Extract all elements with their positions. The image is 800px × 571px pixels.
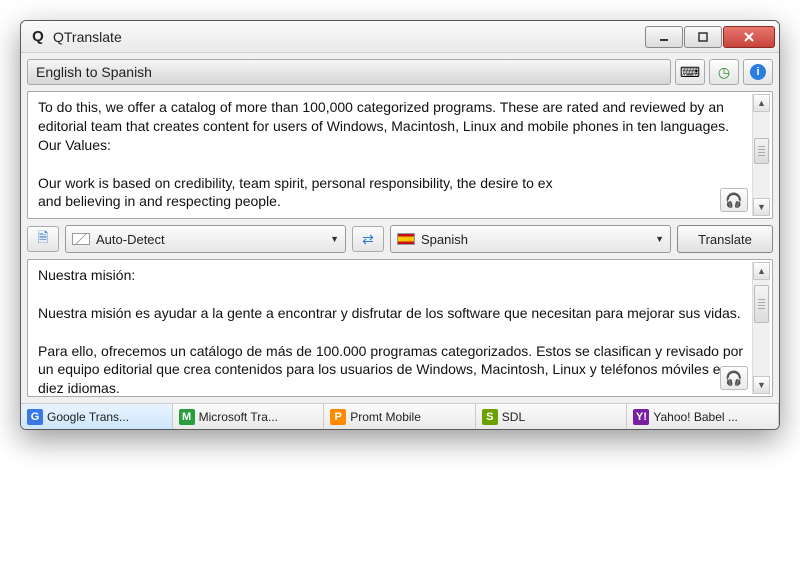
scroll-thumb[interactable]: [754, 285, 769, 323]
scroll-track[interactable]: [753, 112, 770, 198]
source-language-dropdown[interactable]: Auto-Detect ▼: [65, 225, 346, 253]
translate-button-label: Translate: [698, 232, 752, 247]
info-button[interactable]: i: [743, 59, 773, 85]
microsoft-translator-icon: M: [179, 409, 195, 425]
globe-history-icon: ◷: [718, 64, 730, 81]
close-icon: [743, 31, 755, 43]
app-window: Q QTranslate English to Spanish ⌨ ◷: [20, 20, 780, 430]
tab-label: SDL: [502, 410, 525, 424]
translate-button[interactable]: Translate: [677, 225, 773, 253]
titlebar[interactable]: Q QTranslate: [21, 21, 779, 53]
sdl-icon: S: [482, 409, 498, 425]
google-translate-icon: G: [27, 409, 43, 425]
header-row: English to Spanish ⌨ ◷ i: [27, 59, 773, 85]
info-icon: i: [750, 64, 766, 80]
history-button[interactable]: ◷: [709, 59, 739, 85]
document-icon: 🗎: [37, 227, 48, 251]
window-title: QTranslate: [53, 29, 645, 45]
tab-label: Promt Mobile: [350, 410, 421, 424]
tab-label: Google Trans...: [47, 410, 129, 424]
scroll-down-icon[interactable]: ▼: [753, 198, 770, 216]
tab-label: Microsoft Tra...: [199, 410, 278, 424]
scroll-thumb[interactable]: [754, 138, 769, 164]
scroll-track[interactable]: [753, 280, 770, 376]
service-tabbar: G Google Trans... M Microsoft Tra... P P…: [21, 403, 779, 429]
language-direction-bar[interactable]: English to Spanish: [27, 59, 671, 85]
promt-icon: P: [330, 409, 346, 425]
target-textarea[interactable]: Nuestra misión: Nuestra misión es ayudar…: [28, 260, 772, 396]
minimize-icon: [658, 31, 670, 43]
target-pane: Nuestra misión: Nuestra misión es ayudar…: [27, 259, 773, 397]
tab-label: Yahoo! Babel ...: [653, 410, 738, 424]
headphones-icon: 🎧: [725, 192, 742, 209]
yahoo-icon: Y!: [633, 409, 649, 425]
chevron-down-icon: ▼: [330, 234, 339, 244]
tab-google-translate[interactable]: G Google Trans...: [21, 404, 173, 429]
tab-sdl[interactable]: S SDL: [476, 404, 628, 429]
swap-languages-button[interactable]: ⇄: [352, 226, 384, 252]
window-buttons: [645, 26, 775, 48]
source-speak-button[interactable]: 🎧: [720, 188, 748, 212]
target-speak-button[interactable]: 🎧: [720, 366, 748, 390]
target-scrollbar[interactable]: ▲ ▼: [752, 262, 770, 394]
scroll-down-icon[interactable]: ▼: [753, 376, 770, 394]
maximize-icon: [697, 31, 709, 43]
tab-microsoft-translator[interactable]: M Microsoft Tra...: [173, 404, 325, 429]
maximize-button[interactable]: [684, 26, 722, 48]
client-area: English to Spanish ⌨ ◷ i To do this, we …: [21, 53, 779, 429]
headphones-icon: 🎧: [725, 370, 742, 387]
chevron-down-icon: ▼: [655, 234, 664, 244]
source-textarea[interactable]: To do this, we offer a catalog of more t…: [28, 92, 772, 218]
clear-button[interactable]: 🗎: [27, 226, 59, 252]
keyboard-button[interactable]: ⌨: [675, 59, 705, 85]
scroll-up-icon[interactable]: ▲: [753, 94, 770, 112]
target-language-dropdown[interactable]: Spanish ▼: [390, 225, 671, 253]
scroll-up-icon[interactable]: ▲: [753, 262, 770, 280]
language-direction-label: English to Spanish: [36, 64, 152, 80]
source-pane: To do this, we offer a catalog of more t…: [27, 91, 773, 219]
target-language-label: Spanish: [421, 232, 468, 247]
swap-icon: ⇄: [362, 231, 374, 248]
keyboard-icon: ⌨: [680, 64, 700, 81]
minimize-button[interactable]: [645, 26, 683, 48]
spain-flag-icon: [397, 233, 415, 245]
source-scrollbar[interactable]: ▲ ▼: [752, 94, 770, 216]
close-button[interactable]: [723, 26, 775, 48]
source-language-label: Auto-Detect: [96, 232, 165, 247]
tab-promt-mobile[interactable]: P Promt Mobile: [324, 404, 476, 429]
app-icon: Q: [29, 28, 47, 46]
auto-detect-flag-icon: [72, 233, 90, 245]
controls-row: 🗎 Auto-Detect ▼ ⇄ Spanish ▼ Translate: [27, 225, 773, 253]
tab-yahoo-babel[interactable]: Y! Yahoo! Babel ...: [627, 404, 779, 429]
